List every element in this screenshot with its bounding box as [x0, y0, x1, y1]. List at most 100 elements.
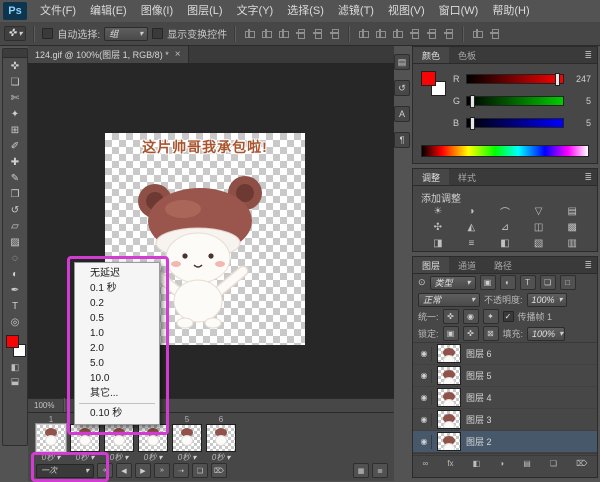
menu-item-2-0s[interactable]: 2.0 [75, 341, 159, 356]
threshold-adjustment-icon[interactable]: ◧ [488, 237, 522, 250]
tween-button[interactable]: ⇢ [173, 463, 189, 478]
tool-blur[interactable]: ◌ [4, 250, 26, 266]
tool-pen[interactable]: ✒ [4, 282, 26, 298]
layer-name[interactable]: 图层 5 [466, 369, 492, 382]
align-left-edges-icon[interactable] [243, 27, 256, 40]
menu-layer[interactable]: 图层(L) [180, 0, 229, 22]
blend-mode-dropdown[interactable]: 正常 ▾ [418, 292, 480, 307]
menu-item-no-delay[interactable]: 无延迟 [75, 266, 159, 281]
toolbar-grip[interactable] [3, 49, 27, 58]
show-transform-checkbox[interactable] [152, 28, 164, 39]
first-frame-button[interactable]: « [97, 463, 113, 478]
unify-visibility-icon[interactable]: ◉ [462, 309, 479, 324]
frame-delay-button[interactable]: 0秒 ▾ [144, 452, 162, 462]
photo-filter-adjustment-icon[interactable]: ◫ [522, 221, 556, 234]
propagate-frame-checkbox[interactable]: ✓ [502, 311, 514, 322]
layer-thumbnail[interactable] [437, 432, 461, 451]
tool-eraser[interactable]: ▱ [4, 218, 26, 234]
vibrance-adjustment-icon[interactable]: ▤ [555, 205, 589, 218]
red-value[interactable]: 247 [569, 74, 591, 84]
lock-pixels-icon[interactable]: ▣ [442, 326, 459, 341]
duplicate-frame-button[interactable]: ❏ [192, 463, 208, 478]
blue-slider[interactable] [466, 117, 564, 130]
panel-menu-icon[interactable]: ≣ [579, 169, 597, 185]
adjustment-layer-icon[interactable]: ◑ [497, 459, 506, 468]
menu-image[interactable]: 图像(I) [134, 0, 180, 22]
filter-shape-layers-icon[interactable]: ❏ [539, 275, 556, 290]
menu-type[interactable]: 文字(Y) [230, 0, 281, 22]
tool-brush[interactable]: ✎ [4, 170, 26, 186]
menu-item-0-2s[interactable]: 0.2 [75, 296, 159, 311]
menu-edit[interactable]: 编辑(E) [83, 0, 134, 22]
tool-quick-select[interactable]: ✦ [4, 106, 26, 122]
menu-help[interactable]: 帮助(H) [485, 0, 536, 22]
menu-window[interactable]: 窗口(W) [432, 0, 486, 22]
align-horizontal-centers-icon[interactable] [260, 27, 273, 40]
layer-row[interactable]: ◉ 图层 6 [413, 343, 597, 365]
paragraph-panel-icon[interactable]: ¶ [394, 132, 410, 148]
opacity-dropdown[interactable]: 100% ▾ [526, 292, 567, 307]
tab-color[interactable]: 颜色 [413, 47, 450, 63]
green-value[interactable]: 5 [569, 96, 591, 106]
align-bottom-edges-icon[interactable] [328, 27, 341, 40]
levels-adjustment-icon[interactable]: ◑ [455, 205, 489, 218]
filter-kind-dropdown[interactable]: 类型 ▾ [429, 275, 476, 290]
tool-clone-stamp[interactable]: ❐ [4, 186, 26, 202]
frame-delay-button[interactable]: 0秒 ▾ [178, 452, 196, 462]
new-layer-icon[interactable]: ❏ [548, 459, 559, 468]
tab-swatches[interactable]: 色板 [449, 47, 485, 63]
layer-row-selected[interactable]: ◉ 图层 2 [413, 431, 597, 453]
panel-menu-icon[interactable]: ≣ [579, 47, 597, 63]
gradient-map-adjustment-icon[interactable]: ▧ [522, 237, 556, 250]
lock-position-icon[interactable]: ✜ [462, 326, 479, 341]
selective-color-adjustment-icon[interactable]: ▥ [555, 237, 589, 250]
delete-layer-icon[interactable]: ⌦ [574, 459, 589, 468]
close-icon[interactable]: × [175, 49, 181, 60]
layer-style-fx-icon[interactable]: fx [445, 459, 455, 468]
link-layers-icon[interactable]: ∞ [421, 459, 431, 468]
blue-slider-knob[interactable] [469, 117, 475, 130]
tab-styles[interactable]: 样式 [449, 169, 485, 185]
loop-count-dropdown[interactable]: 一次 ▾ [36, 463, 94, 478]
convert-timeline-icon[interactable]: ▦ [353, 463, 369, 478]
auto-select-dropdown[interactable]: 组 ▾ [104, 26, 149, 41]
tab-channels[interactable]: 通道 [449, 257, 485, 273]
frame-thumbnail[interactable] [36, 424, 66, 452]
character-panel-icon[interactable]: A [394, 106, 410, 122]
layer-thumbnail[interactable] [437, 410, 461, 429]
frame-delay-button[interactable]: 0秒 ▾ [110, 452, 128, 462]
tool-crop[interactable]: ⊞ [4, 122, 26, 138]
visibility-eye-icon[interactable]: ◉ [417, 434, 432, 449]
tool-move[interactable]: ✜ [4, 58, 26, 74]
posterize-adjustment-icon[interactable]: ≡ [455, 237, 489, 250]
layer-thumbnail[interactable] [437, 388, 461, 407]
distribute-top-icon[interactable] [408, 27, 421, 40]
3d-mode-icon[interactable] [471, 27, 484, 40]
frame-delay-button[interactable]: 0秒 ▾ [212, 452, 230, 462]
last-frame-button[interactable]: » [154, 463, 170, 478]
document-tab[interactable]: 124.gif @ 100%(图层 1, RGB/8) * × [28, 46, 189, 63]
visibility-eye-icon[interactable]: ◉ [417, 368, 432, 383]
previous-frame-button[interactable]: ◀ [116, 463, 132, 478]
frame-delay-button[interactable]: 0秒 ▾ [76, 452, 94, 462]
distribute-bottom-icon[interactable] [442, 27, 455, 40]
color-spectrum-ramp[interactable] [421, 145, 589, 157]
distribute-left-icon[interactable] [357, 27, 370, 40]
tab-adjustments[interactable]: 调整 [413, 169, 450, 185]
color-balance-adjustment-icon[interactable]: ◭ [455, 221, 489, 234]
frame-1[interactable]: 1 0秒 ▾ [36, 415, 66, 462]
frame-thumbnail[interactable] [104, 424, 134, 452]
properties-panel-icon[interactable]: ▤ [394, 54, 410, 70]
menu-select[interactable]: 选择(S) [280, 0, 331, 22]
menu-item-current-delay[interactable]: 0.10 秒 [75, 406, 159, 421]
fill-dropdown[interactable]: 100% ▾ [527, 326, 566, 341]
tool-history-brush[interactable]: ↺ [4, 202, 26, 218]
align-right-edges-icon[interactable] [277, 27, 290, 40]
frame-5[interactable]: 5 0秒 ▾ [172, 415, 202, 462]
tool-gradient[interactable]: ▨ [4, 234, 26, 250]
tool-type[interactable]: T [4, 298, 26, 314]
layer-name[interactable]: 图层 4 [466, 391, 492, 404]
curves-adjustment-icon[interactable]: ⌒ [488, 205, 522, 219]
menu-item-other[interactable]: 其它... [75, 386, 159, 401]
visibility-eye-icon[interactable]: ◉ [417, 412, 432, 427]
